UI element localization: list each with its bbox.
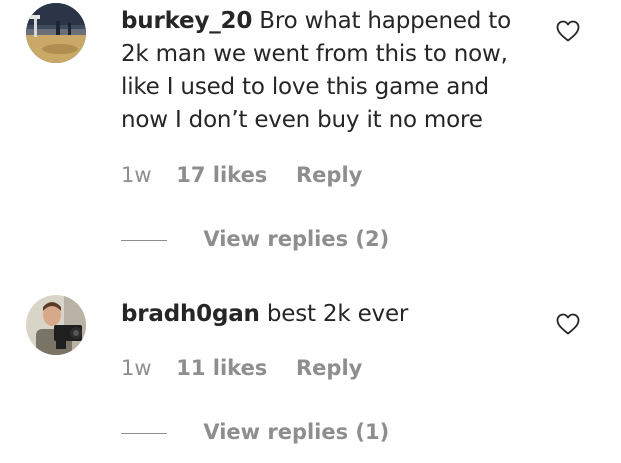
view-replies-button[interactable]: View replies (1) [121, 420, 389, 444]
likes-count[interactable]: 11 likes [176, 356, 267, 380]
heart-outline-icon[interactable] [556, 313, 580, 335]
comment-text: bradh0gan best 2k ever [121, 298, 541, 331]
reply-button[interactable]: Reply [296, 356, 362, 380]
divider-line [121, 432, 167, 434]
comment-body: best 2k ever [266, 301, 409, 327]
comment-item: bradh0gan best 2k ever 1w 11 likes Reply… [0, 0, 621, 463]
avatar[interactable] [26, 295, 86, 355]
comment-timestamp: 1w [121, 356, 152, 380]
person-with-camera-photo [26, 295, 86, 355]
comment-username[interactable]: bradh0gan [121, 301, 260, 327]
view-replies-label: View replies (1) [203, 420, 390, 444]
comment-meta: 1w 11 likes Reply [121, 356, 362, 380]
